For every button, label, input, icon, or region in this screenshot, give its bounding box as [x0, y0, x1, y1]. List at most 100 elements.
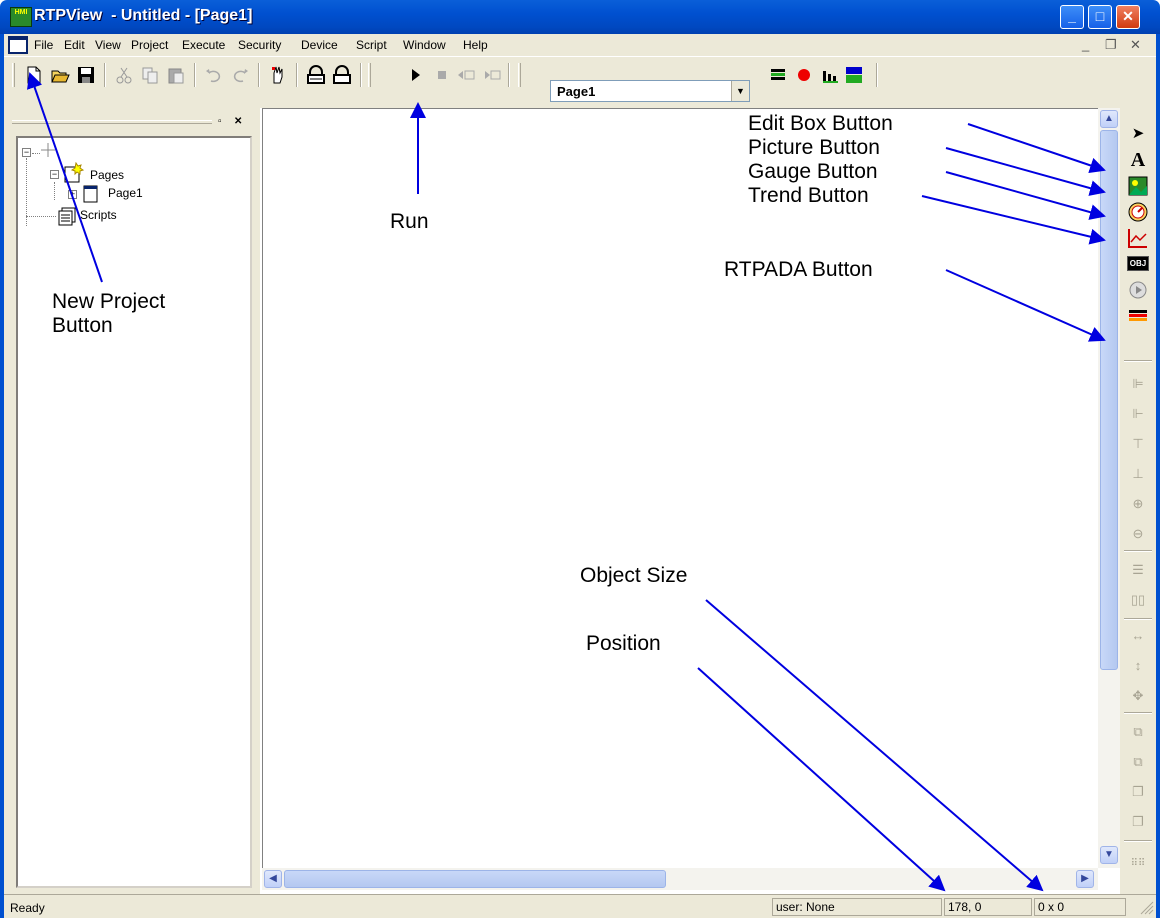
tree-item-page1[interactable]: Page1	[108, 186, 143, 200]
minimize-button[interactable]: _	[1060, 5, 1084, 29]
menu-script[interactable]: Script	[356, 38, 387, 52]
save-icon[interactable]	[76, 65, 96, 85]
step-back-icon[interactable]	[456, 65, 476, 85]
new-icon[interactable]	[24, 65, 44, 85]
pane-caption[interactable]: ▫ ✕	[8, 116, 254, 130]
menu-execute[interactable]: Execute	[182, 38, 225, 52]
pages-expander[interactable]: −	[50, 170, 59, 179]
cut-icon[interactable]	[114, 65, 134, 85]
backward-icon[interactable]: ❐	[1126, 810, 1150, 834]
redo-icon[interactable]	[230, 65, 250, 85]
same-width-icon[interactable]: ↔	[1126, 624, 1150, 648]
project-tree: − − Pages + Page1 Scripts	[16, 136, 252, 888]
menu-view[interactable]: View	[95, 38, 121, 52]
scroll-down-icon[interactable]: ▼	[1100, 846, 1118, 864]
status-user: user: None	[772, 898, 942, 916]
pane-restore-icon[interactable]: ▫	[218, 116, 222, 127]
page1-expander[interactable]: +	[68, 190, 77, 199]
scroll-left-icon[interactable]: ◀	[264, 870, 282, 888]
root-expander[interactable]: −	[22, 148, 31, 157]
send-back-icon[interactable]: ⧉	[1126, 750, 1150, 774]
annotation-picture: Picture Button	[748, 136, 880, 159]
menu-window[interactable]: Window	[403, 38, 446, 52]
mdi-minimize-button[interactable]: _	[1082, 37, 1089, 52]
lock-icon[interactable]	[306, 65, 326, 85]
hand-icon[interactable]	[268, 65, 288, 85]
annotation-gauge: Gauge Button	[748, 160, 878, 183]
title-bar[interactable]: HMI RTPView - Untitled - [Page1] _ □ ✕	[0, 0, 1160, 34]
scroll-right-icon[interactable]: ▶	[1076, 870, 1094, 888]
center-v-icon[interactable]: ⊖	[1126, 522, 1150, 546]
page-select[interactable]: Page1 ▼	[550, 80, 750, 102]
page-icon	[83, 185, 98, 203]
open-icon[interactable]	[50, 65, 70, 85]
rtpada-icon[interactable]	[1126, 304, 1150, 328]
app-icon[interactable]: HMI	[10, 7, 32, 27]
rtpada-toolbar-icon[interactable]	[768, 65, 788, 85]
chart-icon[interactable]	[820, 65, 840, 85]
tree-item-pages[interactable]: Pages	[90, 168, 124, 182]
menu-edit[interactable]: Edit	[64, 38, 85, 52]
close-button[interactable]: ✕	[1116, 5, 1140, 29]
mdi-restore-button[interactable]: ❐	[1105, 37, 1117, 53]
annotation-run: Run	[390, 210, 429, 233]
copy-icon[interactable]	[140, 65, 160, 85]
resize-grip-icon[interactable]	[1140, 901, 1154, 915]
step-forward-icon[interactable]	[482, 65, 502, 85]
same-size-icon[interactable]: ✥	[1126, 684, 1150, 708]
menu-file[interactable]: File	[34, 38, 53, 52]
unlock-icon[interactable]	[332, 65, 352, 85]
toolbar-grip[interactable]	[368, 63, 371, 87]
mdi-close-button[interactable]: ✕	[1130, 37, 1141, 53]
run-icon[interactable]	[406, 65, 426, 85]
menu-help[interactable]: Help	[463, 38, 488, 52]
vertical-scroll-thumb[interactable]	[1100, 130, 1118, 670]
menu-project[interactable]: Project	[131, 38, 168, 52]
space-v-icon[interactable]: ☰	[1126, 558, 1150, 582]
document-icon[interactable]	[8, 36, 28, 54]
align-left-icon[interactable]: ⊫	[1126, 372, 1150, 396]
pane-close-icon[interactable]: ✕	[234, 116, 242, 127]
horizontal-scroll-thumb[interactable]	[284, 870, 666, 888]
grid-icon[interactable]: ⠿⠿	[1126, 852, 1150, 876]
center-h-icon[interactable]: ⊕	[1126, 492, 1150, 516]
toolbar-separator	[194, 63, 196, 87]
align-right-icon[interactable]: ⊩	[1126, 402, 1150, 426]
forward-icon[interactable]: ❐	[1126, 780, 1150, 804]
rtp-fifo-icon[interactable]	[844, 65, 864, 85]
obj-icon[interactable]: OBJ	[1126, 252, 1150, 276]
toolbar-separator	[508, 63, 510, 87]
toolbar-grip[interactable]	[518, 63, 521, 87]
status-position: 178, 0	[944, 898, 1032, 916]
toolbar-grip[interactable]	[12, 63, 15, 87]
annotation-rtpada: RTPADA Button	[724, 258, 873, 281]
undo-icon[interactable]	[204, 65, 224, 85]
record-icon[interactable]	[794, 65, 814, 85]
chevron-down-icon[interactable]: ▼	[731, 81, 749, 101]
tree-item-scripts[interactable]: Scripts	[80, 208, 117, 222]
vertical-scrollbar[interactable]: ▲ ▼	[1098, 108, 1120, 868]
align-bottom-icon[interactable]: ⊥	[1126, 462, 1150, 486]
page-select-value: Page1	[557, 84, 596, 99]
maximize-button[interactable]: □	[1088, 5, 1112, 29]
pages-icon	[64, 162, 84, 183]
picture-icon[interactable]	[1126, 174, 1150, 198]
page-canvas[interactable]	[262, 108, 1098, 868]
project-root-icon	[41, 143, 55, 157]
bring-front-icon[interactable]: ⧉	[1126, 720, 1150, 744]
space-h-icon[interactable]: ▯▯	[1126, 588, 1150, 612]
same-height-icon[interactable]: ↕	[1126, 654, 1150, 678]
play-icon[interactable]	[1126, 278, 1150, 302]
trend-icon[interactable]	[1126, 226, 1150, 250]
align-top-icon[interactable]: ⊤	[1126, 432, 1150, 456]
pointer-icon[interactable]: ➤	[1126, 122, 1150, 146]
status-ready: Ready	[10, 901, 45, 915]
gauge-icon[interactable]	[1126, 200, 1150, 224]
paste-icon[interactable]	[166, 65, 186, 85]
scroll-up-icon[interactable]: ▲	[1100, 110, 1118, 128]
stop-icon[interactable]	[432, 65, 452, 85]
menu-device[interactable]: Device	[301, 38, 338, 52]
horizontal-scrollbar[interactable]: ◀ ▶	[262, 868, 1098, 890]
text-icon[interactable]: A	[1126, 148, 1150, 172]
menu-security[interactable]: Security	[238, 38, 281, 52]
